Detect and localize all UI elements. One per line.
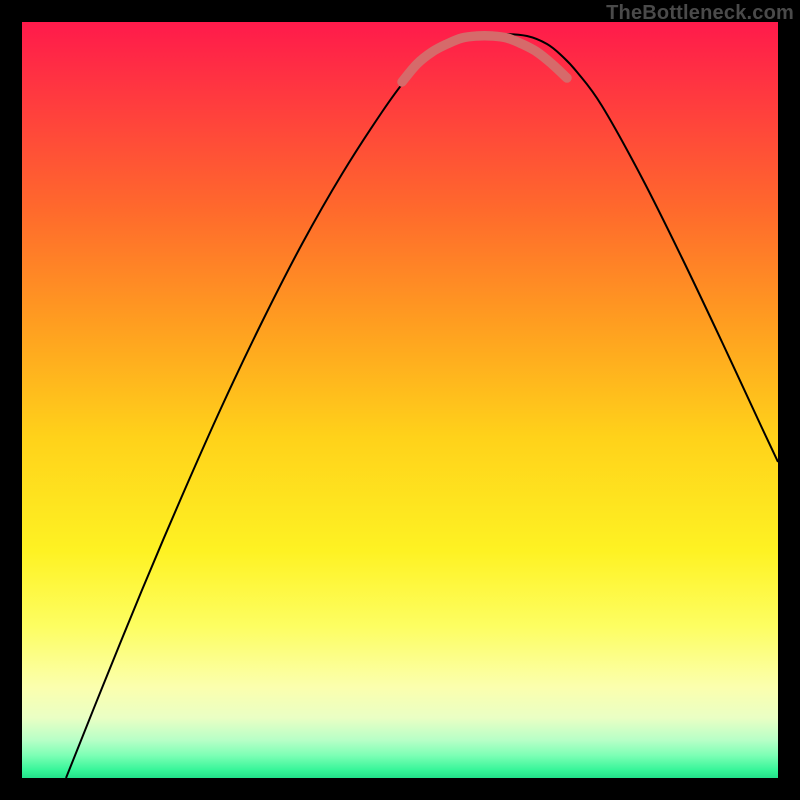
- plot-area: [22, 22, 778, 778]
- bottleneck-curve: [66, 34, 778, 778]
- watermark-text: TheBottleneck.com: [606, 2, 794, 25]
- chart-svg: [22, 22, 778, 778]
- chart-frame: TheBottleneck.com: [0, 0, 800, 800]
- bottleneck-highlight: [402, 36, 567, 82]
